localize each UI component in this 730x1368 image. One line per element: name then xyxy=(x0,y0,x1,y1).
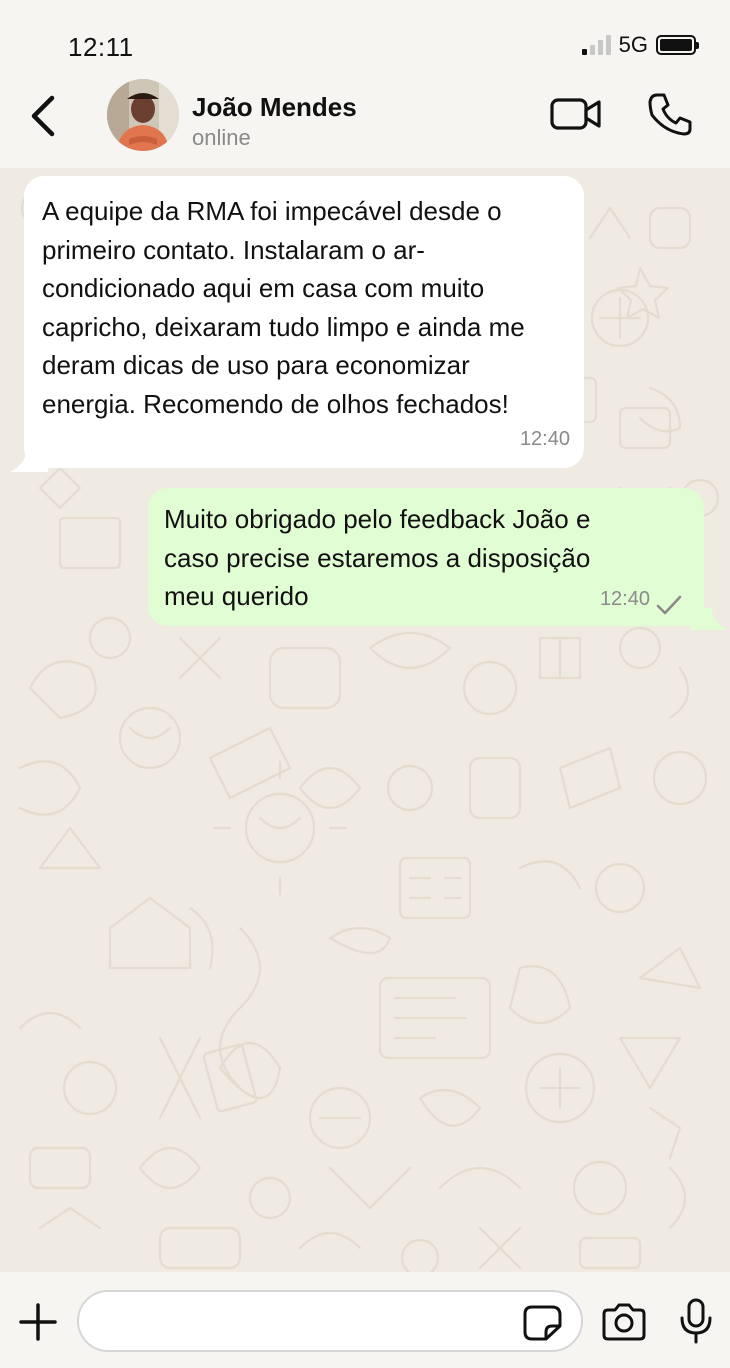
avatar-photo xyxy=(107,79,179,151)
signal-icon xyxy=(581,35,611,55)
input-bar xyxy=(0,1272,730,1368)
message-input[interactable] xyxy=(77,1290,583,1352)
microphone-icon xyxy=(680,1298,712,1344)
video-camera-icon xyxy=(550,98,601,130)
message-time: 12:40 xyxy=(519,427,570,450)
single-check-icon xyxy=(656,595,682,615)
contact-name[interactable]: João Mendes xyxy=(192,92,357,123)
chat-area[interactable]: A equipe da RMA foi impecável desde o pr… xyxy=(0,168,730,1272)
battery-icon xyxy=(656,35,699,55)
message-text: A equipe da RMA foi impecável desde o pr… xyxy=(42,196,525,419)
phone-icon xyxy=(648,93,692,136)
incoming-message[interactable]: A equipe da RMA foi impecável desde o pr… xyxy=(24,176,584,468)
plus-icon xyxy=(19,1303,57,1341)
voice-message-button[interactable] xyxy=(678,1298,714,1344)
camera-button[interactable] xyxy=(600,1302,648,1342)
back-button[interactable] xyxy=(26,92,62,140)
attach-button[interactable] xyxy=(18,1302,58,1342)
video-call-button[interactable] xyxy=(549,94,603,134)
camera-icon xyxy=(602,1303,646,1341)
status-indicators: 5G xyxy=(581,32,699,58)
status-time: 12:11 xyxy=(68,32,134,62)
message-time: 12:40 xyxy=(599,587,650,610)
avatar[interactable] xyxy=(107,79,179,151)
status-bar: 12:11 5G xyxy=(0,0,730,70)
network-label: 5G xyxy=(618,32,648,57)
chevron-left-icon xyxy=(31,95,55,137)
voice-call-button[interactable] xyxy=(647,90,693,138)
contact-status: online xyxy=(192,125,251,150)
outgoing-message[interactable]: Muito obrigado pelo feedback João e caso… xyxy=(148,488,704,626)
sticker-button[interactable] xyxy=(522,1304,564,1342)
sticker-icon xyxy=(523,1305,562,1341)
chat-header: João Mendes online xyxy=(0,70,730,168)
